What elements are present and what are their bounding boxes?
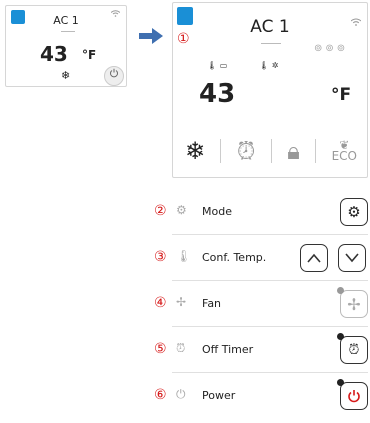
big-ac-card: ① AC 1 ⊚⊚⊚ 🌡︎ ▭ 🌡︎ ✲ 43 °F ❄ ⏰︎ 🔒︎ ❦ ECO	[172, 2, 368, 178]
alarm-clock-icon: ⏰︎	[236, 137, 256, 165]
mode-label: Mode	[202, 205, 232, 218]
title-underline	[61, 31, 75, 32]
title-underline	[261, 43, 281, 44]
off-timer-label: Off Timer	[202, 343, 254, 356]
divider	[270, 139, 272, 163]
marker-5: ⑤	[154, 341, 167, 357]
mini-power-button[interactable]	[104, 66, 124, 86]
fan-button[interactable]: ✢	[337, 287, 368, 318]
snowflake-icon: ❄	[61, 69, 71, 82]
gear-icon: ⚙	[176, 203, 187, 217]
indicator-thermo-icon: 🌡︎ ▭	[207, 61, 228, 70]
big-card-title: AC 1	[250, 17, 290, 37]
power-button[interactable]	[337, 379, 368, 410]
marker-3: ③	[154, 249, 167, 265]
control-row-power: ⑥ ⏻ Power	[154, 373, 368, 419]
mini-temperature-unit: °F	[82, 48, 97, 62]
control-row-mode: ② ⚙ Mode ⚙	[154, 189, 368, 235]
indicator-gear-icon: 🌡︎ ✲	[259, 61, 279, 70]
mode-button[interactable]: ⚙	[340, 198, 368, 226]
control-row-conf-temp: ③ 🌡︎ Conf. Temp.	[154, 235, 368, 281]
status-icons: ⊚⊚⊚	[314, 43, 349, 54]
divider	[220, 139, 222, 163]
lock-icon: 🔒︎	[287, 137, 300, 165]
mini-card-title: AC 1	[53, 14, 79, 27]
status-dot	[337, 287, 344, 294]
power-icon	[110, 68, 118, 78]
temp-up-button[interactable]	[300, 244, 328, 272]
status-dot	[337, 379, 344, 386]
chevron-down-icon	[345, 253, 359, 263]
control-row-fan: ④ ✢ Fan ✢	[154, 281, 368, 327]
fan-label: Fan	[202, 297, 222, 310]
thermometer-icon: 🌡︎	[176, 249, 192, 263]
marker-2: ②	[154, 203, 167, 219]
eco-icon: ❦ ECO	[331, 139, 357, 163]
off-timer-button[interactable]: ⏰︎	[337, 333, 368, 364]
mini-ac-card[interactable]: AC 1 43 °F ❄	[5, 5, 127, 87]
wifi-icon	[350, 11, 362, 30]
alarm-clock-icon: ⏰︎	[176, 341, 186, 355]
control-row-off-timer: ⑤ ⏰︎ Off Timer ⏰︎	[154, 327, 368, 373]
alarm-clock-off-icon: ⏰︎	[348, 342, 360, 358]
fan-icon: ✢	[347, 294, 361, 314]
chevron-up-icon	[307, 253, 321, 263]
snowflake-icon: ❄	[185, 137, 206, 165]
big-temperature-unit: °F	[331, 85, 352, 105]
eco-label: ECO	[331, 149, 357, 163]
gear-icon: ⚙	[347, 203, 361, 221]
temp-down-button[interactable]	[338, 244, 366, 272]
marker-6: ⑥	[154, 387, 167, 403]
fan-icon: ✢	[176, 295, 187, 309]
arrow-right-icon	[139, 28, 163, 48]
power-icon: ⏻	[176, 387, 186, 401]
marker-4: ④	[154, 295, 167, 311]
feature-icons-row: ❄ ⏰︎ 🔒︎ ❦ ECO	[185, 133, 357, 169]
big-temperature: 43	[199, 79, 236, 109]
power-label: Power	[202, 389, 236, 402]
conf-temp-label: Conf. Temp.	[202, 251, 267, 264]
mini-temperature: 43	[40, 42, 68, 66]
wifi-icon	[110, 10, 121, 19]
power-icon	[348, 390, 360, 403]
divider	[315, 139, 317, 163]
status-dot	[337, 333, 344, 340]
